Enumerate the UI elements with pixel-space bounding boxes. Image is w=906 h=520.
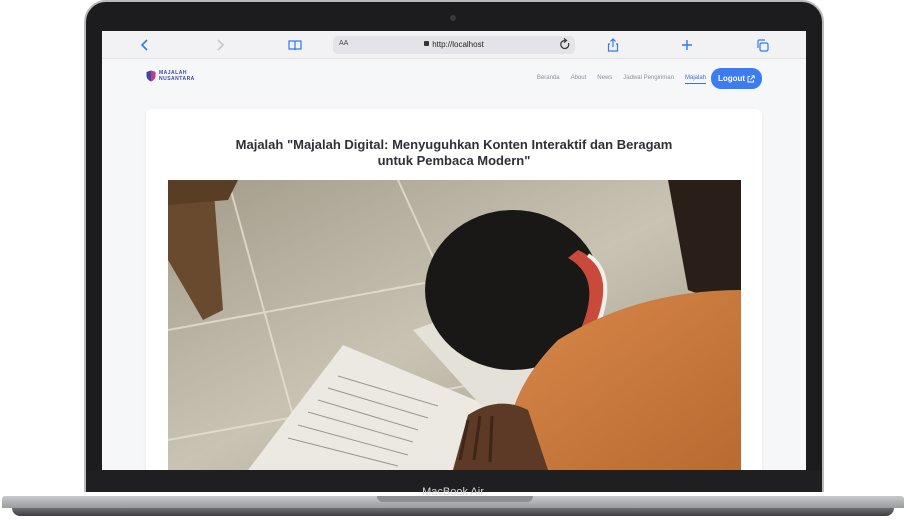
logout-label: Logout xyxy=(717,74,746,83)
reload-icon[interactable] xyxy=(559,38,571,53)
magazine-photo xyxy=(168,180,741,470)
site-navbar: MAJALAH NUSANTARA Beranda About News Jad… xyxy=(102,59,806,99)
share-icon[interactable] xyxy=(604,36,622,54)
lock-icon xyxy=(424,41,430,47)
chevron-left-icon[interactable] xyxy=(136,36,154,54)
nav-item-majalah[interactable]: Majalah xyxy=(684,75,706,84)
article-image xyxy=(168,180,741,470)
shield-logo-icon xyxy=(146,70,156,82)
nav-item-beranda[interactable]: Beranda xyxy=(537,75,560,84)
nav-links: Beranda About News Jadwal Pengiriman Maj… xyxy=(537,75,706,84)
camera-icon xyxy=(450,15,456,21)
site-logo[interactable]: MAJALAH NUSANTARA xyxy=(146,70,195,82)
nav-item-about[interactable]: About xyxy=(571,75,587,84)
browser-toolbar: AA http://localhost xyxy=(102,31,806,59)
plus-icon[interactable] xyxy=(678,36,696,54)
nav-item-jadwal-pengiriman[interactable]: Jadwal Pengiriman xyxy=(623,75,674,84)
logo-text: MAJALAH NUSANTARA xyxy=(159,70,195,82)
article-card: Majalah "Majalah Digital: Menyuguhkan Ko… xyxy=(146,109,762,470)
url-text: http://localhost xyxy=(432,40,484,49)
device-label: MacBook Air xyxy=(422,486,484,498)
external-link-icon xyxy=(747,74,755,82)
logout-button[interactable]: Logout xyxy=(711,68,762,89)
nav-item-news[interactable]: News xyxy=(597,75,612,84)
url-bar[interactable]: AA http://localhost xyxy=(333,36,575,54)
browser-screen: AA http://localhost MAJALAH NUSANTARA Be… xyxy=(102,31,806,470)
logo-line-2: NUSANTARA xyxy=(159,76,195,82)
chevron-right-icon[interactable] xyxy=(211,36,229,54)
book-icon[interactable] xyxy=(286,36,304,54)
article-title: Majalah "Majalah Digital: Menyuguhkan Ko… xyxy=(235,137,673,168)
tabs-icon[interactable] xyxy=(753,36,771,54)
